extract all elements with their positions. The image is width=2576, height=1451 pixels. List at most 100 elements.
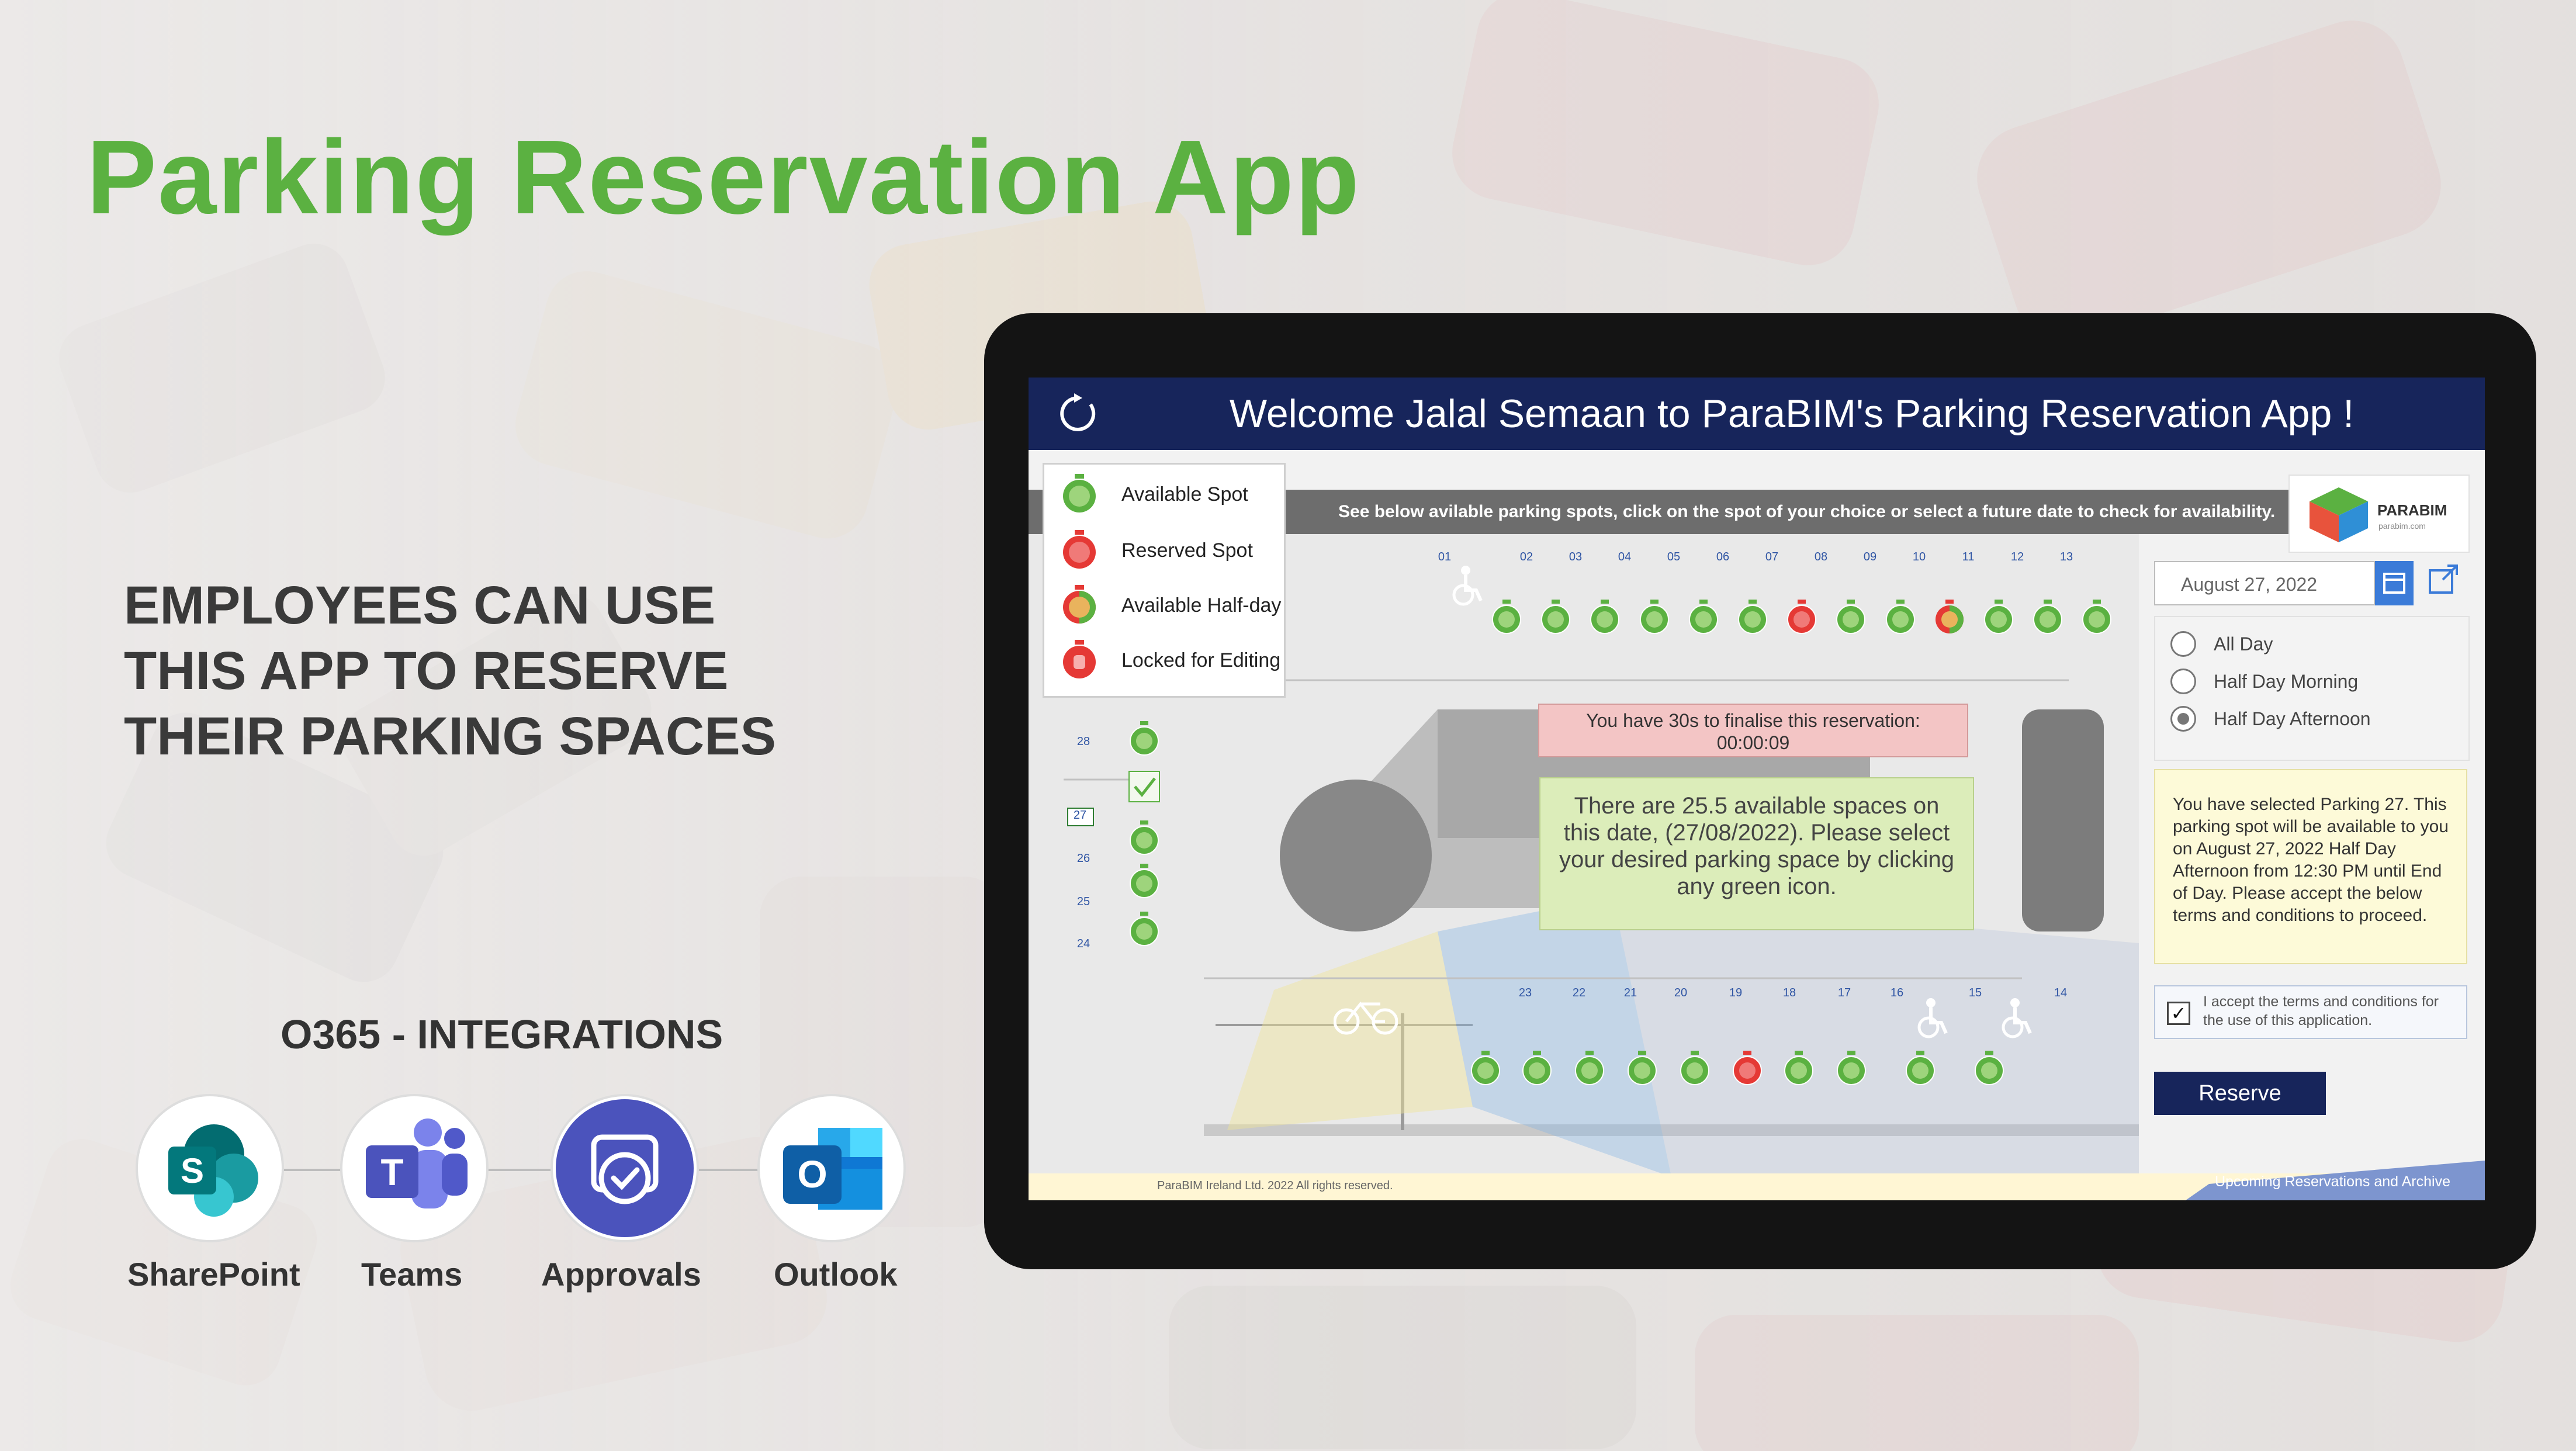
red-stopwatch-icon [1063, 530, 1096, 569]
svg-text:S: S [181, 1151, 204, 1190]
app-label-approvals: Approvals [541, 1256, 701, 1293]
spot-number: 07 [1765, 550, 1779, 563]
left-spot-26-available[interactable] [1128, 820, 1159, 855]
top-spot-09-available[interactable] [1834, 600, 1866, 634]
spot-number: 06 [1716, 550, 1730, 563]
bottom-spot-20-available[interactable] [1626, 1051, 1657, 1085]
available-stopwatch-icon [1130, 912, 1159, 946]
available-stopwatch-icon [1688, 600, 1718, 634]
terms-checkbox[interactable]: ✓ [2167, 1002, 2190, 1025]
approvals-app[interactable] [553, 1096, 697, 1240]
legend-label: Available Half-day [1121, 594, 1282, 617]
spot-number: 09 [1863, 550, 1877, 563]
available-stopwatch-icon [1885, 600, 1915, 634]
legend-label: Reserved Spot [1121, 539, 1253, 562]
teams-app[interactable]: T [342, 1096, 486, 1240]
option-label: Half Day Afternoon [2214, 708, 2371, 729]
spot-number: 02 [1519, 550, 1533, 563]
spot-number: 28 [1076, 735, 1090, 748]
available-stopwatch-icon [1575, 1051, 1604, 1085]
half-stopwatch-icon [1935, 600, 1964, 633]
reservation-timer: You have 30s to finalise this reservatio… [1538, 704, 1968, 757]
left-spot-24-available[interactable] [1128, 912, 1159, 946]
integrations-title: O365 - INTEGRATIONS [281, 1012, 723, 1057]
top-spot-13-available[interactable] [2031, 600, 2063, 634]
open-external-icon[interactable] [2428, 563, 2459, 595]
top-spot-04-available[interactable] [1588, 600, 1620, 634]
spot-number: 16 [1890, 986, 1904, 999]
available-stopwatch-icon [1130, 820, 1159, 855]
top-spot-05-available[interactable] [1638, 600, 1669, 634]
date-picker[interactable]: August 27, 2022 [2154, 561, 2375, 605]
reserved-stopwatch-icon [1787, 600, 1817, 634]
left-spot-25-available[interactable] [1128, 864, 1159, 898]
top-spot-10-available[interactable] [1884, 600, 1915, 634]
page-title: Parking Reservation App [86, 119, 1360, 236]
bottom-spot-23-available[interactable] [1469, 1051, 1500, 1085]
option-label: Half Day Morning [2214, 671, 2359, 692]
teams-icon: T [366, 1118, 468, 1208]
radio-half-day-morning[interactable] [2170, 669, 2196, 694]
spot-number: 04 [1618, 550, 1632, 563]
bottom-spot-19-available[interactable] [1678, 1051, 1709, 1085]
spot-number: 23 [1518, 986, 1532, 999]
spot-number: 17 [1837, 986, 1851, 999]
logo-text: PARABIM [2377, 501, 2447, 519]
green-stopwatch-icon [1063, 474, 1096, 512]
radio-all-day[interactable] [2170, 631, 2196, 657]
available-stopwatch-icon [1492, 600, 1521, 634]
bottom-spot-15-available[interactable] [1904, 1051, 1935, 1085]
checkmark-icon [1128, 771, 1160, 802]
available-stopwatch-icon [1522, 1051, 1552, 1085]
available-stopwatch-icon [1836, 600, 1866, 634]
bottom-spot-22-available[interactable] [1521, 1051, 1552, 1085]
legend-label: Available Spot [1121, 483, 1248, 505]
top-spot-06-available[interactable] [1687, 600, 1718, 634]
available-stopwatch-icon [1471, 1051, 1500, 1085]
half-day-stopwatch-icon [1063, 585, 1096, 624]
top-spot-02-available[interactable] [1490, 600, 1521, 634]
reserve-button[interactable]: Reserve [2154, 1072, 2326, 1115]
bottom-spot-18-reserved[interactable] [1731, 1051, 1762, 1085]
available-stopwatch-icon [1130, 864, 1159, 898]
approvals-icon [556, 1099, 694, 1237]
outlook-icon: O [783, 1128, 882, 1210]
app-label-sharepoint: SharePoint [127, 1256, 300, 1293]
top-spot-11-half[interactable] [1933, 600, 1964, 633]
outlook-app[interactable]: O [760, 1096, 903, 1240]
top-spot-08-reserved[interactable] [1785, 600, 1817, 634]
top-spot-03-available[interactable] [1539, 600, 1571, 634]
available-stopwatch-icon [1680, 1051, 1709, 1085]
spot-number: 10 [1912, 550, 1926, 563]
left-spot-28-available[interactable] [1128, 721, 1159, 756]
available-stopwatch-icon [1639, 600, 1669, 634]
top-spot-12-available[interactable] [1982, 600, 2013, 634]
bottom-spot-21-available[interactable] [1573, 1051, 1604, 1085]
spot-number: 15 [1968, 986, 1982, 999]
spot-number: 26 [1076, 852, 1090, 865]
available-stopwatch-icon [2082, 600, 2112, 634]
availability-message: There are 25.5 available spaces on this … [1539, 777, 1974, 930]
spot-number: 25 [1076, 895, 1090, 908]
top-spot-extra-available[interactable] [2080, 600, 2112, 634]
bottom-spot-16-available[interactable] [1835, 1051, 1866, 1085]
available-stopwatch-icon [1738, 600, 1767, 634]
available-stopwatch-icon [1130, 721, 1159, 756]
sharepoint-app[interactable]: S [138, 1096, 282, 1240]
calendar-button[interactable] [2375, 561, 2414, 605]
bottom-spot-14-available[interactable] [1973, 1051, 2004, 1085]
terms-acceptance: ✓ I accept the terms and conditions for … [2154, 985, 2467, 1039]
bottom-spot-17-available[interactable] [1782, 1051, 1813, 1085]
spot-number: 05 [1667, 550, 1681, 563]
available-stopwatch-icon [1837, 1051, 1866, 1085]
svg-text:T: T [380, 1151, 403, 1193]
upcoming-reservations-link[interactable]: Upcoming Reservations and Archive [2215, 1173, 2450, 1190]
radio-half-day-afternoon[interactable] [2170, 706, 2196, 732]
available-stopwatch-icon [1975, 1051, 2004, 1085]
left-spot-27-selected[interactable] [1128, 769, 1160, 802]
duration-options: All Day Half Day Morning Half Day Aftern… [2154, 616, 2470, 761]
top-spot-07-available[interactable] [1736, 600, 1767, 634]
legend-label: Locked for Editing [1121, 649, 1281, 671]
app-label-outlook: Outlook [774, 1256, 898, 1293]
logo-cube-icon [2310, 487, 2368, 542]
